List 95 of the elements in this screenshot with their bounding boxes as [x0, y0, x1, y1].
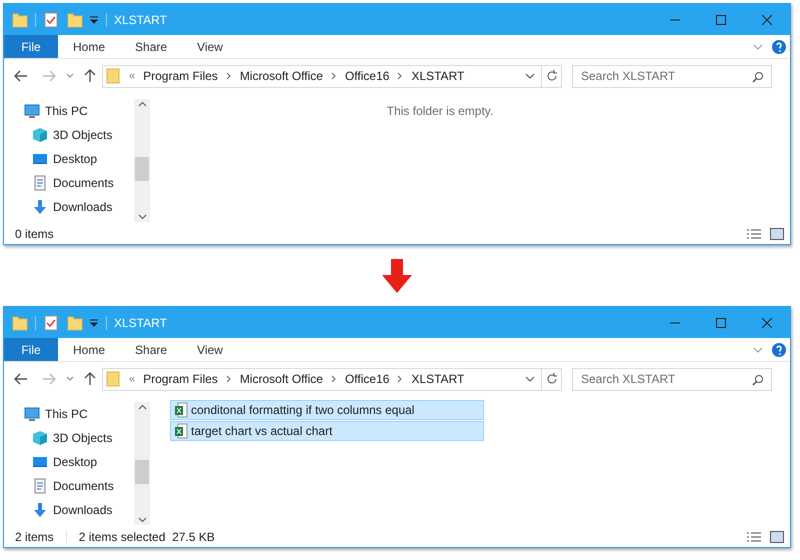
- details-view-icon[interactable]: [746, 531, 762, 543]
- breadcrumb-item[interactable]: XLSTART: [411, 67, 464, 85]
- chevron-down-icon[interactable]: [525, 72, 535, 80]
- file-menu-button[interactable]: File: [4, 338, 58, 361]
- ribbon-tab[interactable]: Home: [58, 35, 120, 58]
- details-view-icon[interactable]: [746, 228, 762, 240]
- nav-item[interactable]: This PC: [24, 402, 134, 426]
- nav-item[interactable]: Downloads: [24, 195, 134, 219]
- down-arrow-icon: [32, 502, 48, 518]
- nav-item[interactable]: This PC: [24, 99, 134, 123]
- ribbon-tab[interactable]: Share: [120, 338, 182, 361]
- dropdown-icon[interactable]: [89, 14, 99, 24]
- file-item[interactable]: conditonal formatting if two columns equal: [170, 400, 484, 420]
- document-icon: [32, 175, 48, 191]
- chevron-down-icon[interactable]: [66, 72, 74, 80]
- nav-item[interactable]: Downloads: [24, 498, 134, 522]
- refresh-button[interactable]: [542, 368, 562, 390]
- path-prefix[interactable]: «: [129, 370, 136, 388]
- scrollbar[interactable]: [134, 99, 150, 222]
- search-icon[interactable]: [752, 374, 764, 386]
- cube-icon: [32, 127, 48, 143]
- close-icon: [762, 318, 772, 328]
- back-arrow-icon[interactable]: [14, 70, 28, 82]
- monitor-icon: [32, 454, 48, 470]
- computer-icon: [24, 406, 40, 422]
- down-arrow-icon: [382, 258, 412, 292]
- chevron-right-icon: [330, 375, 337, 383]
- breadcrumb-item[interactable]: XLSTART: [411, 370, 464, 388]
- status-text: 0 items: [15, 226, 54, 243]
- checklist-icon[interactable]: [43, 12, 59, 28]
- nav-item[interactable]: 3D Objects: [24, 123, 134, 147]
- search-field[interactable]: Search XLSTART: [572, 64, 772, 88]
- maximize-icon: [716, 14, 726, 24]
- status-text: 2 items selected 27.5 KB: [78, 529, 215, 546]
- ribbon-tab[interactable]: View: [182, 338, 238, 361]
- scrollbar-thumb[interactable]: [135, 460, 149, 484]
- refresh-button[interactable]: [542, 64, 562, 88]
- search-icon[interactable]: [752, 70, 764, 82]
- nav-item[interactable]: 3D Objects: [24, 426, 134, 450]
- up-arrow-icon[interactable]: [84, 69, 96, 83]
- ribbon-tab[interactable]: Home: [58, 338, 120, 361]
- chevron-right-icon: [397, 72, 404, 80]
- chevron-down-icon[interactable]: [66, 375, 74, 383]
- breadcrumb-item[interactable]: Program Files: [143, 67, 218, 85]
- computer-icon: [24, 103, 40, 119]
- address-bar[interactable]: « Program Files Microsoft Office Office16 XLSTART: [102, 368, 542, 390]
- breadcrumb-item[interactable]: Office16: [344, 370, 390, 388]
- chevron-right-icon: [330, 72, 337, 80]
- address-bar[interactable]: « Program Files Microsoft Office Office16 XLSTART: [102, 64, 542, 88]
- folder-icon: [106, 371, 120, 387]
- chevron-down-icon[interactable]: [138, 214, 146, 220]
- ribbon-tab[interactable]: View: [182, 35, 238, 58]
- back-arrow-icon[interactable]: [14, 373, 28, 385]
- status-text: 2 items: [15, 529, 54, 546]
- folder-icon: [106, 68, 120, 84]
- checklist-icon[interactable]: [43, 314, 59, 330]
- breadcrumb-item[interactable]: Program Files: [143, 370, 218, 388]
- maximize-icon: [716, 318, 726, 328]
- breadcrumb-item[interactable]: Office16: [344, 67, 390, 85]
- refresh-icon: [546, 373, 558, 385]
- chevron-up-icon[interactable]: [138, 101, 146, 107]
- chevron-right-icon: [397, 375, 404, 383]
- cube-icon: [32, 430, 48, 446]
- nav-item[interactable]: Documents: [24, 474, 134, 498]
- spreadsheet-icon: [174, 423, 188, 439]
- up-arrow-icon[interactable]: [84, 372, 96, 386]
- dropdown-icon[interactable]: [89, 318, 99, 328]
- chevron-up-icon[interactable]: [138, 404, 146, 410]
- path-prefix[interactable]: «: [129, 68, 136, 84]
- monitor-icon: [32, 151, 48, 167]
- ribbon-tab[interactable]: Share: [120, 35, 182, 58]
- window-title: XLSTART: [114, 12, 167, 28]
- large-icons-view-icon[interactable]: [770, 531, 784, 543]
- refresh-icon: [546, 70, 558, 82]
- nav-item[interactable]: Documents: [24, 171, 134, 195]
- down-arrow-icon: [32, 199, 48, 215]
- chevron-right-icon: [226, 72, 232, 80]
- empty-folder-message: This folder is empty.: [386, 103, 494, 120]
- large-icons-view-icon[interactable]: [770, 228, 784, 240]
- scrollbar[interactable]: [134, 402, 150, 525]
- search-field[interactable]: Search XLSTART: [572, 368, 772, 390]
- document-icon: [32, 478, 48, 494]
- breadcrumb-item[interactable]: Microsoft Office: [240, 370, 323, 388]
- nav-item[interactable]: Desktop: [24, 450, 134, 474]
- chevron-down-icon[interactable]: [525, 375, 535, 383]
- scrollbar-thumb[interactable]: [135, 157, 149, 181]
- file-item[interactable]: target chart vs actual chart: [170, 421, 484, 441]
- chevron-right-icon: [226, 375, 232, 383]
- close-icon: [762, 14, 772, 24]
- spreadsheet-icon: [174, 402, 188, 418]
- chevron-down-icon[interactable]: [138, 517, 146, 523]
- breadcrumb-item[interactable]: Microsoft Office: [240, 67, 323, 85]
- nav-item[interactable]: Desktop: [24, 147, 134, 171]
- file-menu-button[interactable]: File: [4, 35, 58, 58]
- window-title: XLSTART: [114, 314, 167, 332]
